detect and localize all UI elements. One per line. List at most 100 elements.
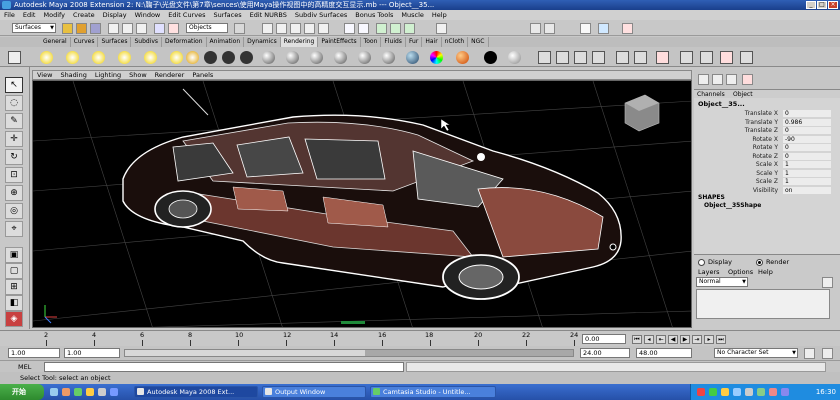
go-to-start-button[interactable]: ⏮ bbox=[632, 335, 642, 344]
attr-label[interactable]: Translate Y bbox=[694, 119, 778, 126]
rotate-z-field[interactable]: 0 bbox=[783, 152, 831, 160]
lambert-icon[interactable] bbox=[262, 51, 275, 64]
attr-label[interactable]: Rotate X bbox=[694, 136, 778, 143]
menu-help[interactable]: Help bbox=[428, 11, 451, 19]
select-hierarchy-icon[interactable] bbox=[108, 23, 119, 34]
close-panel-icon[interactable] bbox=[742, 74, 753, 85]
view-cube-icon[interactable] bbox=[624, 94, 660, 132]
menu-subdiv-surfaces[interactable]: Subdiv Surfaces bbox=[291, 11, 351, 19]
uv-editor-icon[interactable] bbox=[680, 51, 693, 64]
rotate-tool-icon[interactable]: ↻ bbox=[5, 149, 23, 165]
attr-label[interactable]: Rotate Z bbox=[694, 153, 778, 160]
camera-aim-up-icon[interactable] bbox=[240, 51, 253, 64]
ipr-render-icon[interactable] bbox=[390, 23, 401, 34]
history-icon[interactable] bbox=[344, 23, 355, 34]
snap-grid-icon[interactable] bbox=[262, 23, 273, 34]
color-wheel-icon[interactable] bbox=[430, 51, 443, 64]
persp-outliner-layout-icon[interactable]: ◧ bbox=[5, 295, 23, 311]
render-layer-radio[interactable] bbox=[756, 259, 763, 266]
phong-icon[interactable] bbox=[310, 51, 323, 64]
shelf-tab-curves[interactable]: Curves bbox=[71, 37, 99, 47]
remove-shader-icon[interactable] bbox=[720, 51, 733, 64]
render-current-icon[interactable] bbox=[556, 51, 569, 64]
phong-e-icon[interactable] bbox=[334, 51, 347, 64]
open-scene-icon[interactable] bbox=[76, 23, 87, 34]
panel-menu-renderer[interactable]: Renderer bbox=[151, 71, 189, 79]
shelf-tab-deformation[interactable]: Deformation bbox=[162, 37, 207, 47]
quick-launch-icon[interactable] bbox=[50, 388, 58, 396]
use-background-icon[interactable] bbox=[484, 51, 497, 64]
range-bar[interactable] bbox=[124, 349, 574, 357]
quick-launch-icon[interactable] bbox=[62, 388, 70, 396]
camera-aim-icon[interactable] bbox=[222, 51, 235, 64]
shelf-tab-painteffects[interactable]: PaintEffects bbox=[318, 37, 361, 47]
range-start-field[interactable]: 1.00 bbox=[64, 348, 120, 358]
quick-launch-icon[interactable] bbox=[110, 388, 118, 396]
mask-icon[interactable] bbox=[154, 23, 165, 34]
time-slider[interactable]: 2 4 6 8 10 12 14 16 18 20 22 24 0.00 ⏮ ◂… bbox=[0, 330, 840, 346]
step-back-key-button[interactable]: ⇤ bbox=[656, 335, 666, 344]
render-frame-icon[interactable] bbox=[376, 23, 387, 34]
construction-history-icon[interactable] bbox=[358, 23, 369, 34]
channels-menu[interactable]: Channels bbox=[694, 91, 728, 98]
menu-surfaces[interactable]: Surfaces bbox=[209, 11, 245, 19]
spot-light-icon[interactable] bbox=[40, 51, 53, 64]
point-light-icon[interactable] bbox=[66, 51, 79, 64]
quick-launch-icon[interactable] bbox=[74, 388, 82, 396]
shelf-tab-dynamics[interactable]: Dynamics bbox=[244, 37, 281, 47]
panel-menu-panels[interactable]: Panels bbox=[188, 71, 217, 79]
last-tool-icon[interactable]: ▣ bbox=[5, 247, 23, 263]
shelf-tab-rendering[interactable]: Rendering bbox=[280, 37, 319, 47]
step-forward-key-button[interactable]: ⇥ bbox=[692, 335, 702, 344]
shelf-options-icon[interactable] bbox=[8, 51, 21, 64]
delete-unused-icon[interactable] bbox=[656, 51, 669, 64]
menu-window[interactable]: Window bbox=[131, 11, 165, 19]
new-layer-icon[interactable] bbox=[822, 277, 833, 288]
hypershade-icon[interactable] bbox=[616, 51, 629, 64]
attribute-mode-icon[interactable] bbox=[712, 74, 723, 85]
tray-icon[interactable] bbox=[721, 388, 729, 396]
character-set-dropdown[interactable]: No Character Set bbox=[714, 348, 798, 358]
start-button[interactable]: 开始 bbox=[0, 384, 44, 400]
tray-icon[interactable] bbox=[733, 388, 741, 396]
shading-map-icon[interactable] bbox=[508, 51, 521, 64]
step-back-button[interactable]: ◂ bbox=[644, 335, 654, 344]
attr-label[interactable]: Scale X bbox=[694, 161, 778, 168]
shelf-tab-toon[interactable]: Toon bbox=[361, 37, 382, 47]
command-input[interactable] bbox=[44, 362, 404, 372]
shelf-tab-general[interactable]: General bbox=[40, 37, 71, 47]
select-tool-icon[interactable]: ↖ bbox=[5, 77, 23, 93]
attr-label[interactable]: Translate X bbox=[694, 110, 778, 117]
close-scene-icon[interactable] bbox=[622, 23, 633, 34]
menu-edit[interactable]: Edit bbox=[19, 11, 40, 19]
shelf-tab-subdivs[interactable]: Subdivs bbox=[131, 37, 163, 47]
menu-set-dropdown[interactable]: Surfaces bbox=[12, 23, 56, 33]
ambient-light-icon[interactable] bbox=[144, 51, 157, 64]
shelf-tab-surfaces[interactable]: Surfaces bbox=[98, 37, 132, 47]
surface-shader-icon[interactable] bbox=[456, 51, 469, 64]
options-menu[interactable]: Options bbox=[728, 268, 753, 276]
render-view-icon[interactable] bbox=[538, 51, 551, 64]
taskbar-item-output-window[interactable]: Output Window bbox=[262, 386, 366, 398]
menu-muscle[interactable]: Muscle bbox=[397, 11, 428, 19]
four-view-layout-icon[interactable]: ⊞ bbox=[5, 279, 23, 295]
snap-view-icon[interactable] bbox=[304, 23, 315, 34]
auto-key-icon[interactable] bbox=[804, 348, 815, 359]
title-bar[interactable]: Autodesk Maya 2008 Extension 2: N:\鞠子\光盘… bbox=[0, 0, 840, 10]
range-bar-handle[interactable] bbox=[125, 350, 365, 356]
translate-z-field[interactable]: 0 bbox=[783, 127, 831, 134]
menu-edit-nurbs[interactable]: Edit NURBS bbox=[246, 11, 291, 19]
panel-menu-show[interactable]: Show bbox=[125, 71, 151, 79]
menu-edit-curves[interactable]: Edit Curves bbox=[164, 11, 209, 19]
snap-curve-icon[interactable] bbox=[276, 23, 287, 34]
object-menu[interactable]: Object bbox=[730, 91, 756, 98]
menu-create[interactable]: Create bbox=[69, 11, 99, 19]
help-menu[interactable]: Help bbox=[758, 268, 773, 276]
layer-mode-icon[interactable] bbox=[726, 74, 737, 85]
play-forwards-button[interactable]: ▶ bbox=[680, 335, 690, 344]
translate-x-field[interactable]: 0 bbox=[783, 110, 831, 117]
shelf-tab-ngc[interactable]: NGC bbox=[468, 37, 489, 47]
show-manipulator-icon[interactable]: ⌖ bbox=[5, 221, 23, 237]
render-settings-icon[interactable] bbox=[592, 51, 605, 64]
shelf-tab-fur[interactable]: Fur bbox=[406, 37, 423, 47]
